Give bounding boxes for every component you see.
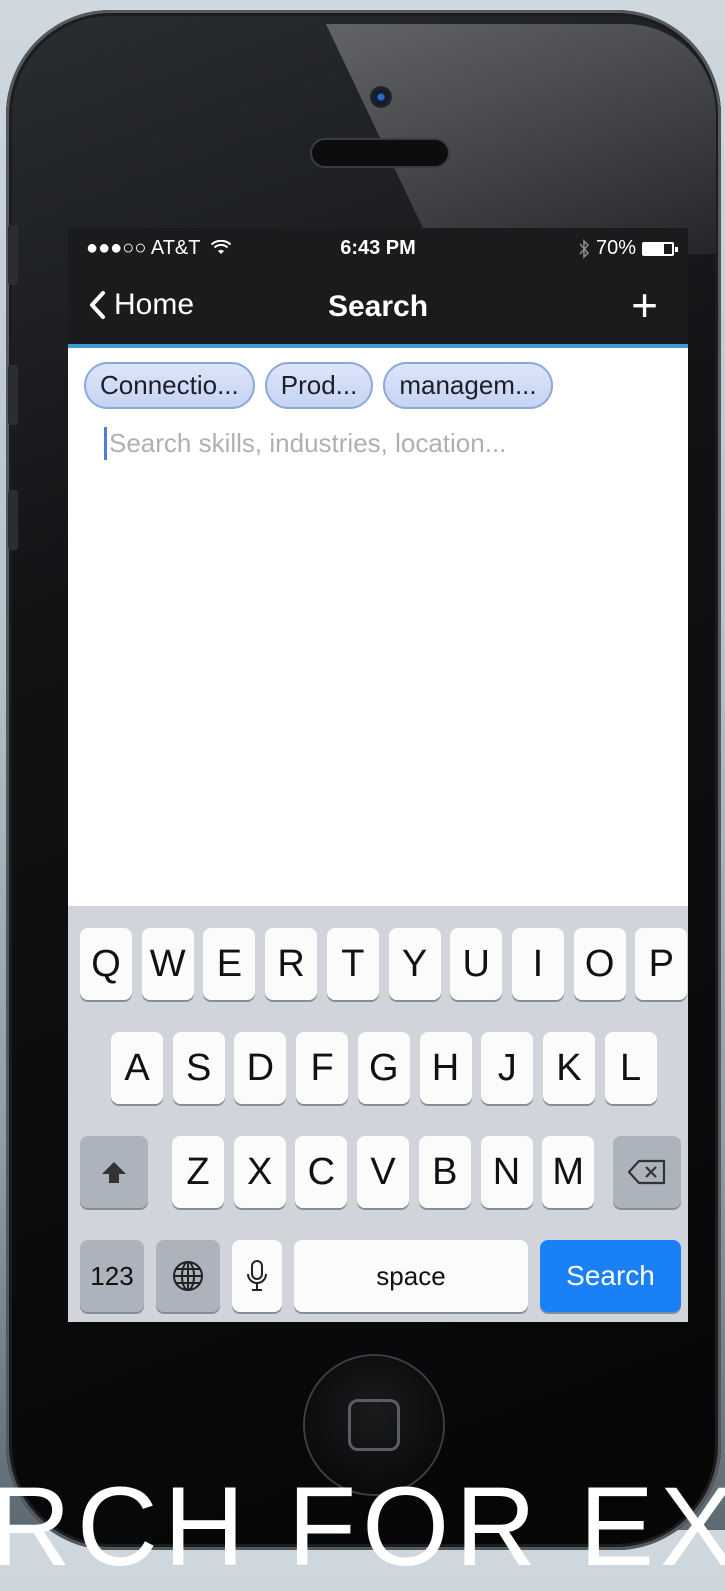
search-token-list: Connectio... Prod... managem... xyxy=(68,348,688,409)
add-button[interactable]: + xyxy=(631,282,658,328)
front-camera xyxy=(370,86,392,108)
key-f[interactable]: F xyxy=(296,1032,349,1104)
key-t[interactable]: T xyxy=(326,928,379,1000)
key-b[interactable]: B xyxy=(418,1136,471,1208)
key-d[interactable]: D xyxy=(234,1032,287,1104)
back-label: Home xyxy=(114,288,195,321)
key-r[interactable]: R xyxy=(265,928,318,1000)
keyboard-row-3: ZXCVBNM xyxy=(68,1136,688,1208)
key-s[interactable]: S xyxy=(172,1032,225,1104)
key-a[interactable]: A xyxy=(111,1032,163,1104)
search-key[interactable]: Search xyxy=(540,1240,681,1312)
battery-fill xyxy=(644,243,664,254)
search-token[interactable]: Prod... xyxy=(264,362,374,409)
volume-up-button xyxy=(8,365,18,425)
keyboard-row-4: 123 space Search xyxy=(68,1240,688,1312)
key-g[interactable]: G xyxy=(357,1032,410,1104)
key-e[interactable]: E xyxy=(203,928,256,1000)
key-q[interactable]: Q xyxy=(80,928,132,1000)
back-button[interactable]: Home xyxy=(88,288,194,322)
bluetooth-icon xyxy=(579,238,590,259)
key-k[interactable]: K xyxy=(542,1032,595,1104)
delete-key[interactable] xyxy=(613,1136,681,1208)
dictation-key[interactable] xyxy=(232,1240,282,1312)
volume-down-button xyxy=(8,490,18,550)
space-key[interactable]: space xyxy=(294,1240,528,1312)
numbers-key[interactable]: 123 xyxy=(80,1240,144,1312)
key-h[interactable]: H xyxy=(419,1032,472,1104)
search-token[interactable]: Connectio... xyxy=(84,362,255,409)
key-l[interactable]: L xyxy=(604,1032,657,1104)
overlay-caption: RCH FOR EX xyxy=(0,1464,725,1589)
battery-percent: 70% xyxy=(595,237,636,259)
key-p[interactable]: P xyxy=(635,928,688,1000)
navigation-bar: Home Search + xyxy=(68,268,688,348)
key-m[interactable]: M xyxy=(542,1136,595,1208)
keyboard-row-2: ASDFGHJKL xyxy=(68,1032,688,1104)
backspace-icon xyxy=(627,1159,666,1185)
search-token[interactable]: managem... xyxy=(383,362,553,409)
key-x[interactable]: X xyxy=(233,1136,286,1208)
key-u[interactable]: U xyxy=(450,928,503,1000)
key-w[interactable]: W xyxy=(141,928,194,1000)
letter-keys: ZXCVBNM xyxy=(68,1136,688,1208)
chevron-left-icon xyxy=(90,291,105,319)
earpiece-speaker xyxy=(312,140,448,166)
home-square-icon xyxy=(348,1399,400,1451)
status-right: 70% xyxy=(578,237,678,260)
key-c[interactable]: C xyxy=(295,1136,348,1208)
status-bar: ●●●○○ AT&T 6:43 PM 70% xyxy=(68,228,688,268)
globe-key[interactable] xyxy=(156,1240,220,1312)
key-i[interactable]: I xyxy=(511,928,564,1000)
phone-glare xyxy=(326,24,716,254)
keyboard-row-1: QWERTYUIOP xyxy=(68,928,688,1000)
key-v[interactable]: V xyxy=(357,1136,410,1208)
keyboard: QWERTYUIOP ASDFGHJKL ZXCVBNM 123 space S… xyxy=(68,906,688,1322)
search-input[interactable] xyxy=(104,427,671,460)
key-n[interactable]: N xyxy=(480,1136,533,1208)
mute-switch xyxy=(8,225,18,285)
globe-icon xyxy=(173,1261,203,1291)
phone-screen: ●●●○○ AT&T 6:43 PM 70% Home Search + Con… xyxy=(68,228,688,1322)
microphone-icon xyxy=(247,1260,267,1291)
key-y[interactable]: Y xyxy=(388,928,441,1000)
key-o[interactable]: O xyxy=(573,928,626,1000)
battery-icon xyxy=(642,241,678,256)
key-z[interactable]: Z xyxy=(172,1136,224,1208)
key-j[interactable]: J xyxy=(481,1032,534,1104)
